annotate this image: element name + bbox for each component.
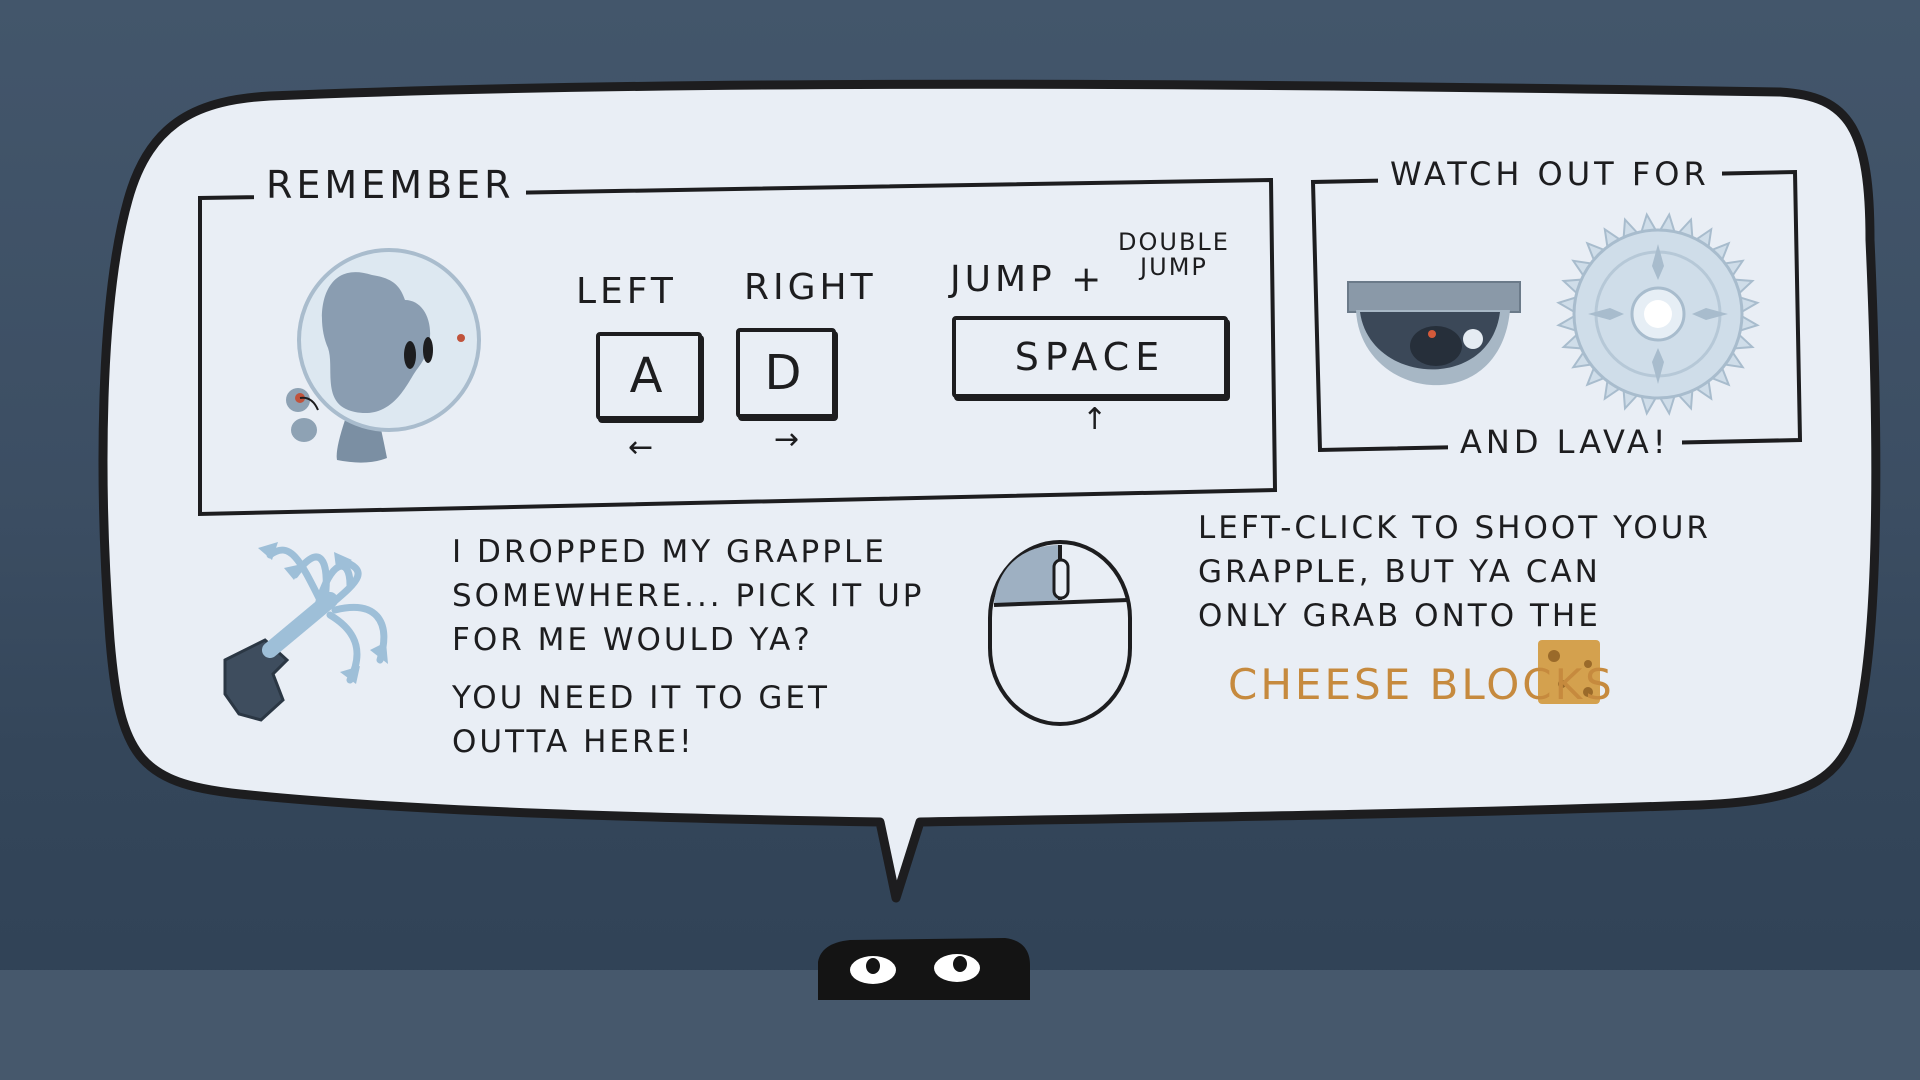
grapple-line-5: OUTTA HERE!	[452, 724, 695, 760]
grapple-line-2: SOMEWHERE... PICK IT UP	[452, 578, 925, 614]
mouse-left-click-icon	[988, 540, 1132, 726]
watch-title: WATCH OUT FOR	[1378, 158, 1722, 190]
double-jump-line1: DOUBLE	[1118, 228, 1230, 256]
mouse-instructions: LEFT-CLICK TO SHOOT YOUR GRAPPLE, BUT YA…	[1198, 506, 1711, 638]
key-a: A	[596, 332, 702, 420]
remember-title: REMEMBER	[254, 166, 527, 204]
watch-footer: AND LAVA!	[1448, 426, 1682, 458]
spinning-sawblade-icon	[1556, 212, 1760, 416]
shadow-creature-eyes-icon	[818, 938, 1030, 1000]
double-jump-line2: JUMP	[1140, 253, 1208, 282]
arrow-right-icon: →	[774, 422, 800, 457]
left-label: LEFT	[576, 271, 677, 312]
jump-label: JUMP +	[950, 259, 1106, 300]
double-jump-label: DOUBLE JUMP	[1118, 228, 1230, 282]
grapple-line-1: I DROPPED MY GRAPPLE	[452, 534, 887, 570]
game-scene: REMEMBER LEFT RIGHT JUMP + DOUBLE JUMP A…	[0, 0, 1920, 1080]
arrow-up-icon: ↑	[1082, 402, 1108, 437]
mouse-line-3: ONLY GRAB ONTO THE	[1198, 598, 1601, 634]
arrow-left-icon: ←	[628, 430, 654, 465]
key-space: SPACE	[952, 316, 1228, 398]
key-d: D	[736, 328, 836, 418]
grapple-line-4: YOU NEED IT TO GET	[452, 680, 830, 716]
grapple-line-3: FOR ME WOULD YA?	[452, 622, 813, 658]
mouse-line-2: GRAPPLE, BUT YA CAN	[1198, 554, 1601, 590]
mouse-line-1: LEFT-CLICK TO SHOOT YOUR	[1198, 510, 1711, 546]
right-label: RIGHT	[744, 267, 877, 308]
cheese-blocks-label: CHEESE BLOCKS	[1228, 660, 1615, 709]
grapple-dialogue: I DROPPED MY GRAPPLE SOMEWHERE... PICK I…	[452, 530, 924, 764]
